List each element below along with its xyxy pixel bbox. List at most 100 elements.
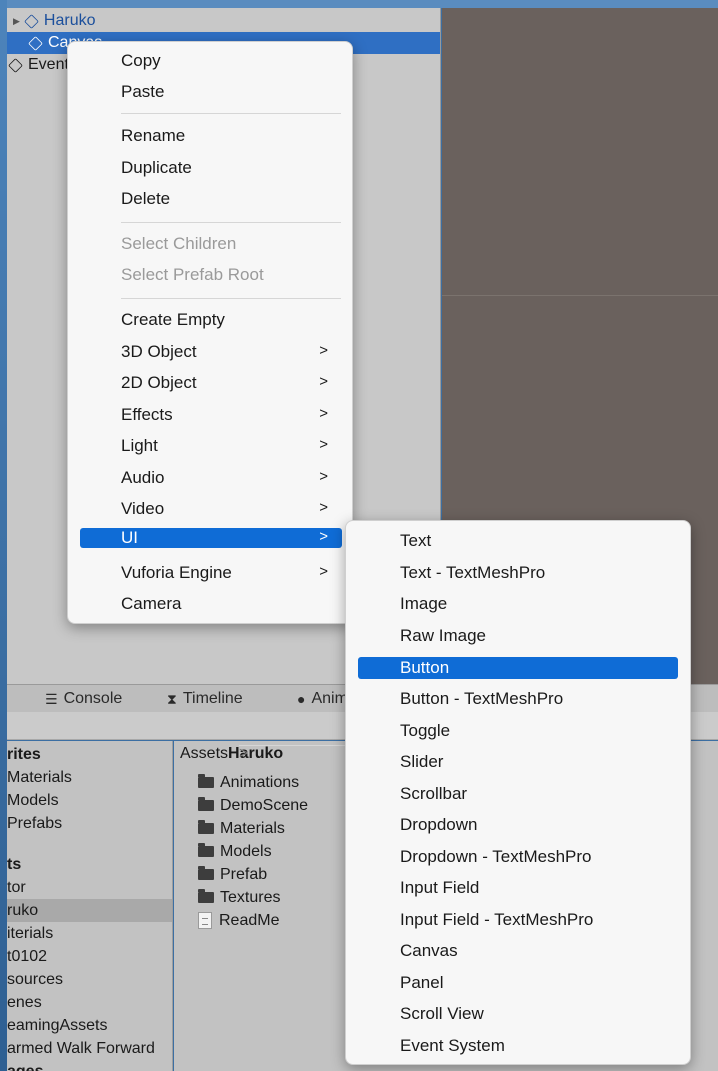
tree-item[interactable]: Models — [7, 789, 172, 812]
tab-label: Timeline — [182, 690, 243, 707]
submenu-item-toggle[interactable]: Toggle — [358, 720, 678, 742]
document-icon — [198, 912, 212, 929]
menu-item-label: UI — [121, 528, 138, 547]
submenu-item-slider[interactable]: Slider — [358, 751, 678, 773]
asset-item[interactable]: Textures — [198, 886, 280, 909]
menu-item-light[interactable]: Light > — [80, 432, 342, 460]
scene-horizon-line — [442, 295, 718, 296]
menu-item-vuforia-engine[interactable]: Vuforia Engine > — [80, 559, 342, 587]
tree-item[interactable]: armed Walk Forward — [7, 1037, 172, 1060]
submenu-item-text-textmeshpro[interactable]: Text - TextMeshPro — [358, 562, 678, 584]
submenu-item-dropdown[interactable]: Dropdown — [358, 814, 678, 836]
folder-icon — [198, 889, 214, 903]
menu-item-label: Light — [121, 436, 158, 455]
submenu-item-label: Toggle — [400, 721, 451, 740]
submenu-item-scroll-view[interactable]: Scroll View — [358, 1003, 678, 1025]
tree-item[interactable]: Materials — [7, 766, 172, 789]
tree-item[interactable]: tor — [7, 876, 172, 899]
menu-item-label: Vuforia Engine — [121, 563, 232, 582]
tree-item-label: ages — [7, 1062, 44, 1071]
asset-item[interactable]: ReadMe — [198, 909, 279, 932]
menu-item-audio[interactable]: Audio > — [80, 464, 342, 492]
menu-item-label: Select Children — [121, 234, 237, 253]
submenu-item-event-system[interactable]: Event System — [358, 1035, 678, 1057]
tree-item[interactable]: eamingAssets — [7, 1014, 172, 1037]
tree-item[interactable]: rites — [7, 743, 172, 766]
chevron-right-icon: > — [319, 499, 328, 516]
tree-item-label: ts — [7, 855, 22, 873]
chevron-right-icon: > — [319, 373, 328, 390]
tab-timeline[interactable]: ⧗ Timeline — [167, 685, 243, 713]
menu-item-label: 2D Object — [121, 373, 197, 392]
folder-icon — [198, 774, 214, 788]
submenu-item-label: Scrollbar — [400, 784, 468, 803]
tree-item-label: Models — [7, 791, 59, 809]
menu-item-label: Duplicate — [121, 158, 192, 177]
tree-item[interactable]: iterials — [7, 922, 172, 945]
menu-item-label: 3D Object — [121, 342, 197, 361]
tree-item-label: ruko — [7, 901, 39, 919]
tree-item[interactable]: Prefabs — [7, 812, 172, 835]
tree-item-label: Prefabs — [7, 814, 63, 832]
menu-item-copy[interactable]: Copy — [80, 47, 342, 75]
tree-item[interactable]: sources — [7, 968, 172, 991]
submenu-item-label: Scroll View — [400, 1004, 484, 1023]
asset-label: Textures — [220, 888, 281, 906]
asset-item[interactable]: DemoScene — [198, 794, 308, 817]
asset-item[interactable]: Models — [198, 840, 272, 863]
asset-item[interactable]: Prefab — [198, 863, 267, 886]
submenu-item-label: Text - TextMeshPro — [400, 563, 546, 582]
submenu-item-input-field[interactable]: Input Field — [358, 877, 678, 899]
menu-item-label: Audio — [121, 468, 165, 487]
submenu-item-raw-image[interactable]: Raw Image — [358, 625, 678, 647]
asset-item[interactable]: Animations — [198, 771, 299, 794]
submenu-item-text[interactable]: Text — [358, 530, 678, 552]
tab-label: Console — [63, 690, 123, 707]
tree-item[interactable]: ages — [7, 1060, 172, 1071]
submenu-item-dropdown-textmeshpro[interactable]: Dropdown - TextMeshPro — [358, 846, 678, 868]
asset-label: Prefab — [220, 865, 268, 883]
hierarchy-item-haruko[interactable]: ▶ Haruko — [7, 10, 440, 32]
submenu-item-button-textmeshpro[interactable]: Button - TextMeshPro — [358, 688, 678, 710]
submenu-item-panel[interactable]: Panel — [358, 972, 678, 994]
tree-item[interactable]: t0102 — [7, 945, 172, 968]
tree-item-label: enes — [7, 993, 42, 1011]
menu-item-duplicate[interactable]: Duplicate — [80, 154, 342, 182]
menu-item-label: Rename — [121, 126, 186, 145]
tree-item-label: tor — [7, 878, 26, 896]
menu-item-2d-object[interactable]: 2D Object > — [80, 369, 342, 397]
tree-item-selected[interactable]: ruko — [7, 899, 172, 922]
tab-console[interactable]: ☰ Console — [45, 685, 122, 713]
submenu-item-image[interactable]: Image — [358, 593, 678, 615]
menu-item-effects[interactable]: Effects > — [80, 401, 342, 429]
submenu-item-button[interactable]: Button — [358, 657, 678, 679]
asset-item[interactable]: Materials — [198, 817, 285, 840]
menu-item-select-prefab-root: Select Prefab Root — [80, 261, 342, 289]
menu-item-3d-object[interactable]: 3D Object > — [80, 338, 342, 366]
menu-item-select-children: Select Children — [80, 230, 342, 258]
menu-item-rename[interactable]: Rename — [80, 122, 342, 150]
menu-item-video[interactable]: Video > — [80, 495, 342, 523]
tree-item[interactable]: enes — [7, 991, 172, 1014]
submenu-item-label: Event System — [400, 1036, 505, 1055]
menu-item-create-empty[interactable]: Create Empty — [80, 306, 342, 334]
gameobject-cube-icon — [8, 57, 23, 73]
breadcrumb-root[interactable]: Assets — [180, 745, 228, 762]
expand-arrow-icon[interactable]: ▶ — [13, 16, 20, 27]
menu-item-camera[interactable]: Camera — [80, 590, 342, 618]
tree-item[interactable]: ts — [7, 853, 172, 876]
asset-label: Animations — [220, 773, 300, 791]
context-menu: Copy Paste Rename Duplicate Delete Selec… — [67, 41, 353, 624]
submenu-item-input-field-textmeshpro[interactable]: Input Field - TextMeshPro — [358, 909, 678, 931]
submenu-item-label: Button - TextMeshPro — [400, 689, 564, 708]
menu-item-delete[interactable]: Delete — [80, 185, 342, 213]
menu-separator — [121, 298, 341, 299]
breadcrumb-current[interactable]: Haruko — [228, 745, 283, 762]
folder-icon — [198, 866, 214, 880]
submenu-item-canvas[interactable]: Canvas — [358, 940, 678, 962]
animation-icon: ● — [297, 691, 306, 707]
submenu-item-scrollbar[interactable]: Scrollbar — [358, 783, 678, 805]
menu-item-paste[interactable]: Paste — [80, 78, 342, 106]
folder-icon — [198, 797, 214, 811]
menu-item-ui[interactable]: UI > — [80, 528, 342, 548]
